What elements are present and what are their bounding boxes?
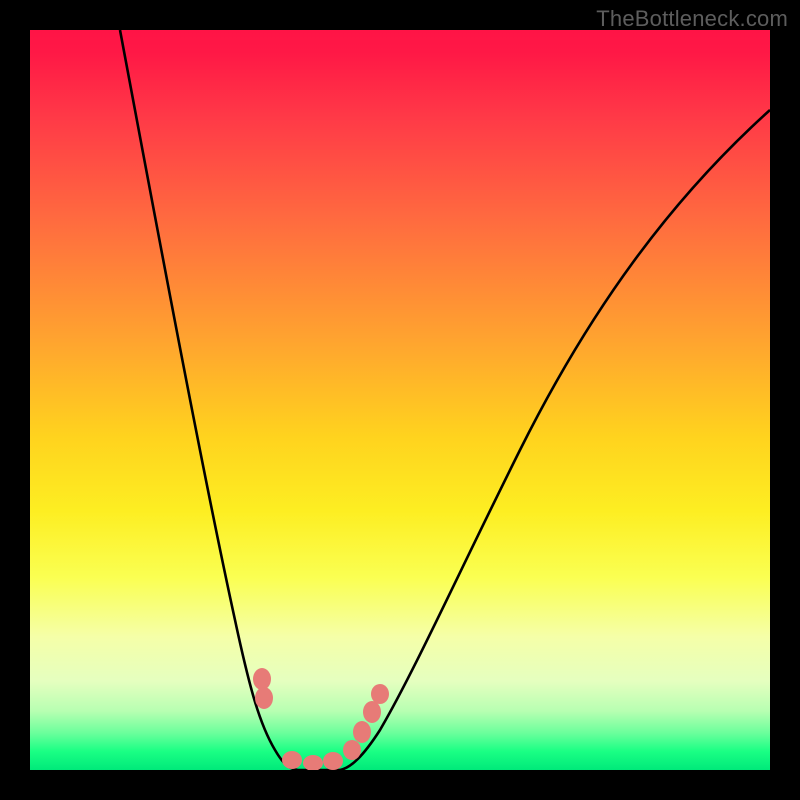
watermark-text: TheBottleneck.com [596, 6, 788, 32]
plot-area [30, 30, 770, 770]
curve-left [120, 30, 298, 770]
curve-layer [30, 30, 770, 770]
curve-right [340, 110, 770, 770]
chart-container: TheBottleneck.com [0, 0, 800, 800]
trough-markers [253, 668, 389, 770]
